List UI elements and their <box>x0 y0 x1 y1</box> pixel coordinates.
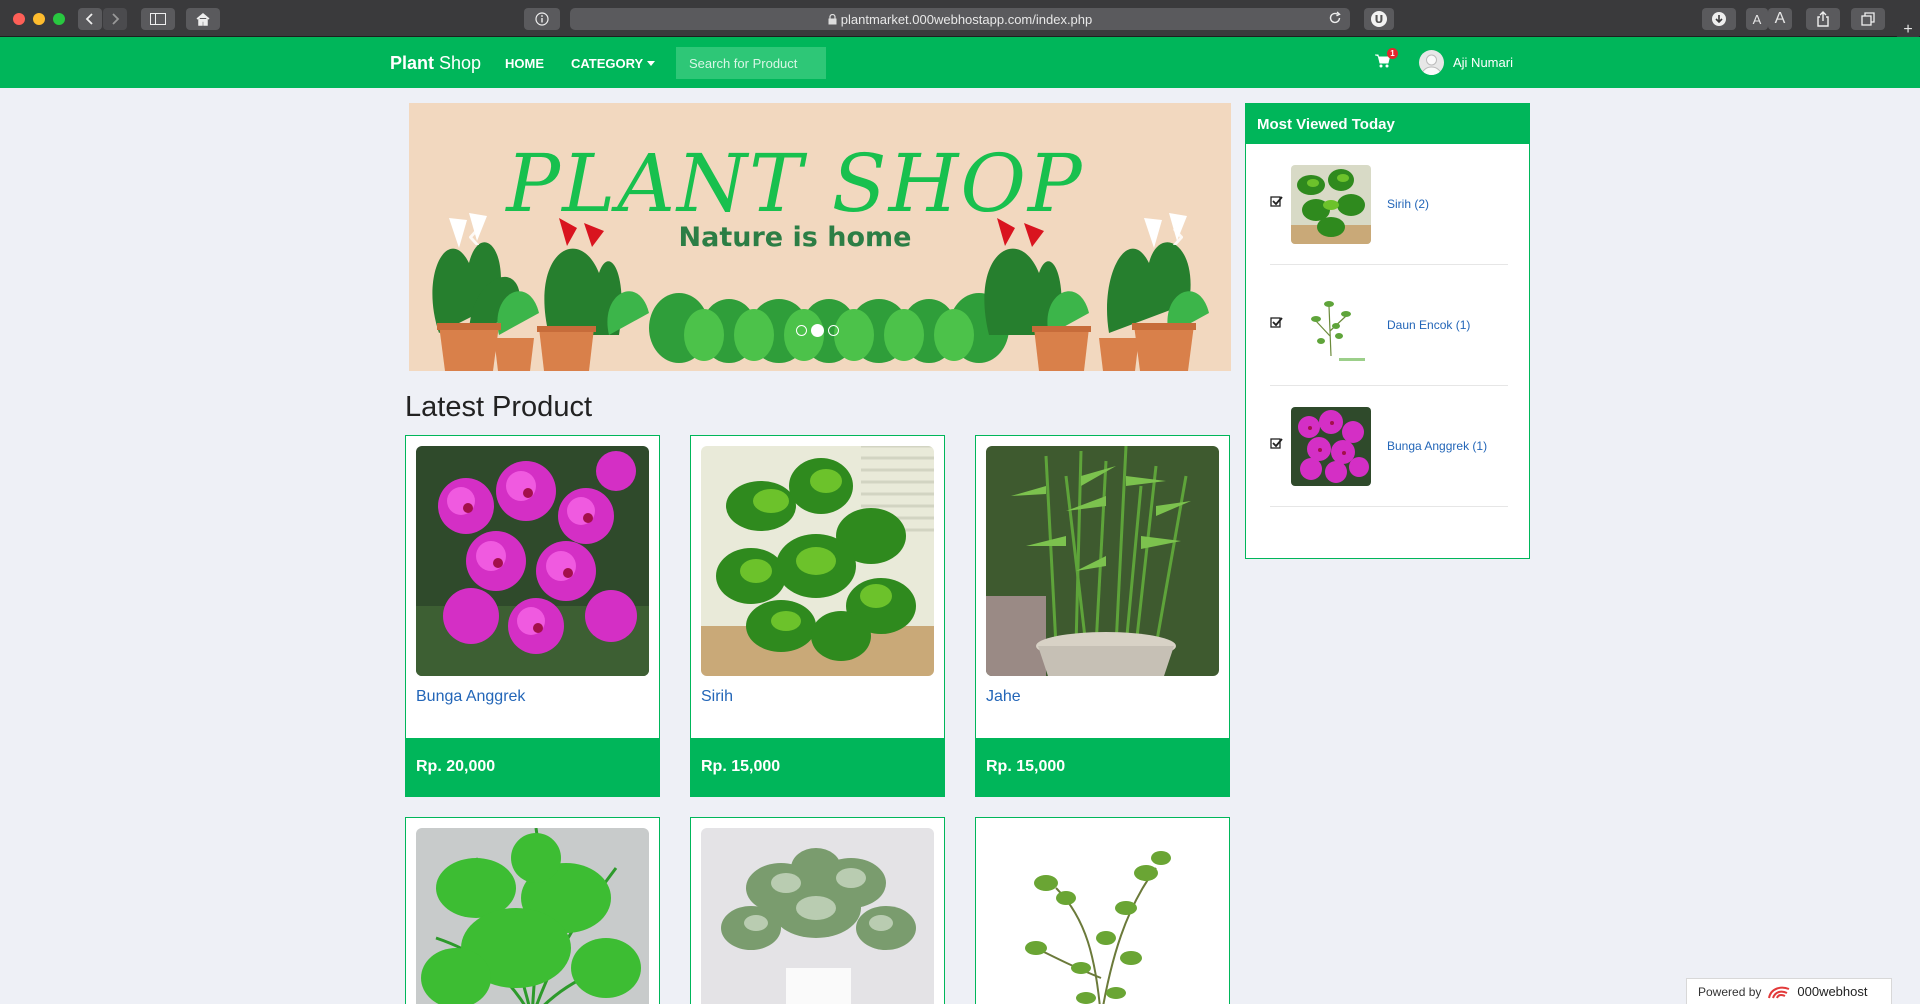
site-navbar: Plant Shop HOME CATEGORY 1 Aji Numari <box>0 37 1920 88</box>
most-viewed-thumbnail[interactable] <box>1291 286 1371 365</box>
url-text: plantmarket.000webhostapp.com/index.php <box>840 11 1093 27</box>
download-icon <box>1712 12 1726 26</box>
search-input[interactable] <box>676 47 826 79</box>
caret-down-icon <box>647 61 656 66</box>
nav-category-dropdown[interactable]: CATEGORY <box>571 56 656 71</box>
herb-photo <box>416 828 649 1004</box>
cart-button[interactable]: 1 <box>1375 48 1398 74</box>
orchid-thumbnail <box>1291 407 1371 486</box>
site-brand[interactable]: Plant Shop <box>390 53 481 74</box>
text-larger-button[interactable]: A <box>1768 8 1792 30</box>
carousel-indicator[interactable] <box>796 325 807 336</box>
check-square-icon <box>1270 317 1283 328</box>
sidebar-icon <box>150 13 166 25</box>
product-image[interactable] <box>416 828 649 1004</box>
product-image[interactable] <box>986 828 1219 1004</box>
carousel-indicator-active[interactable] <box>811 324 824 337</box>
ublock-icon: U <box>1371 11 1387 27</box>
powered-by-label: Powered by <box>1698 984 1762 999</box>
product-image[interactable] <box>701 828 934 1004</box>
shrub-photo <box>986 828 1219 1004</box>
most-viewed-link[interactable]: Daun Encok (1) <box>1387 318 1470 332</box>
most-viewed-item[interactable]: Bunga Anggrek (1) <box>1270 386 1508 507</box>
hero-title: PLANT SHOP <box>506 137 1084 230</box>
succulent-photo <box>701 828 934 1004</box>
sidebar-toggle-button[interactable] <box>141 8 175 30</box>
orchid-photo <box>416 446 649 676</box>
product-card[interactable] <box>690 817 945 1004</box>
share-icon <box>1817 11 1829 27</box>
new-tab-button[interactable]: + <box>1896 21 1920 38</box>
carousel-prev-button[interactable]: ‹ <box>459 215 489 255</box>
svg-text:U: U <box>1375 13 1384 26</box>
most-viewed-link[interactable]: Sirih (2) <box>1387 197 1429 211</box>
most-viewed-heading: Most Viewed Today <box>1246 104 1529 144</box>
brand-rest: Shop <box>434 53 482 73</box>
sirih-photo <box>701 446 934 676</box>
address-bar[interactable]: plantmarket.000webhostapp.com/index.php <box>570 8 1350 30</box>
product-price: Rp. 20,000 <box>406 738 659 796</box>
most-viewed-link[interactable]: Bunga Anggrek (1) <box>1387 439 1487 453</box>
most-viewed-item[interactable]: Sirih (2) <box>1270 144 1508 265</box>
product-name-link[interactable]: Sirih <box>701 688 733 706</box>
product-image-jahe[interactable] <box>986 446 1219 676</box>
product-name-link[interactable]: Bunga Anggrek <box>416 688 525 706</box>
tabs-icon <box>1861 12 1875 26</box>
chevron-left-icon <box>85 13 93 25</box>
forward-button[interactable] <box>103 8 127 30</box>
share-button[interactable] <box>1806 8 1840 30</box>
most-viewed-thumbnail[interactable] <box>1291 165 1371 244</box>
hero-subtitle: Nature is home <box>678 222 912 253</box>
cart-count-badge: 1 <box>1387 48 1398 59</box>
carousel-next-button[interactable]: › <box>1163 215 1193 255</box>
product-name-link[interactable]: Jahe <box>986 688 1021 706</box>
check-square-icon <box>1270 196 1283 207</box>
user-name-link[interactable]: Aji Numari <box>1453 55 1513 70</box>
reload-icon[interactable] <box>1328 11 1342 25</box>
product-image-orchid[interactable] <box>416 446 649 676</box>
jahe-photo <box>986 446 1219 676</box>
text-smaller-button[interactable]: A <box>1746 8 1768 30</box>
product-card[interactable]: Jahe Rp. 15,000 <box>975 435 1230 797</box>
tabs-overview-button[interactable] <box>1851 8 1885 30</box>
most-viewed-thumbnail[interactable] <box>1291 407 1371 486</box>
carousel-indicators <box>796 324 839 337</box>
chevron-right-icon <box>112 13 120 25</box>
info-icon <box>535 12 549 26</box>
product-card[interactable] <box>405 817 660 1004</box>
downloads-button[interactable] <box>1702 8 1736 30</box>
product-price: Rp. 15,000 <box>691 738 944 796</box>
nav-home-link[interactable]: HOME <box>505 56 544 71</box>
check-square-icon <box>1270 438 1283 449</box>
user-icon <box>1421 54 1442 75</box>
product-card[interactable]: Sirih Rp. 15,000 <box>690 435 945 797</box>
carousel-indicator[interactable] <box>828 325 839 336</box>
extension-button[interactable]: U <box>1364 8 1394 30</box>
lock-icon <box>828 13 837 24</box>
latest-product-heading: Latest Product <box>405 391 592 423</box>
brand-bold: Plant <box>390 53 435 73</box>
sirih-thumbnail <box>1291 165 1371 244</box>
zoom-window-button[interactable] <box>53 13 65 25</box>
product-card[interactable]: Bunga Anggrek Rp. 20,000 <box>405 435 660 797</box>
minimize-window-button[interactable] <box>33 13 45 25</box>
000webhost-logo-icon <box>1768 986 1790 998</box>
product-price: Rp. 15,000 <box>976 738 1229 796</box>
browser-toolbar: plantmarket.000webhostapp.com/index.php … <box>0 0 1920 38</box>
site-info-button[interactable] <box>524 8 560 30</box>
hero-carousel: PLANT SHOP Nature is home ‹ › <box>409 103 1231 371</box>
nav-category-label: CATEGORY <box>571 56 644 71</box>
product-card[interactable] <box>975 817 1230 1004</box>
most-viewed-panel: Most Viewed Today Sirih (2) Daun Encok (… <box>1245 103 1530 559</box>
most-viewed-item[interactable]: Daun Encok (1) <box>1270 265 1508 386</box>
powered-by-badge[interactable]: Powered by 000webhost <box>1686 978 1892 1004</box>
home-button[interactable] <box>186 8 220 30</box>
product-image-sirih[interactable] <box>701 446 934 676</box>
host-name: 000webhost <box>1797 984 1868 999</box>
home-icon <box>196 12 210 26</box>
user-avatar[interactable] <box>1419 50 1444 75</box>
back-button[interactable] <box>78 8 102 30</box>
daun-encok-thumbnail <box>1291 286 1371 365</box>
close-window-button[interactable] <box>13 13 25 25</box>
